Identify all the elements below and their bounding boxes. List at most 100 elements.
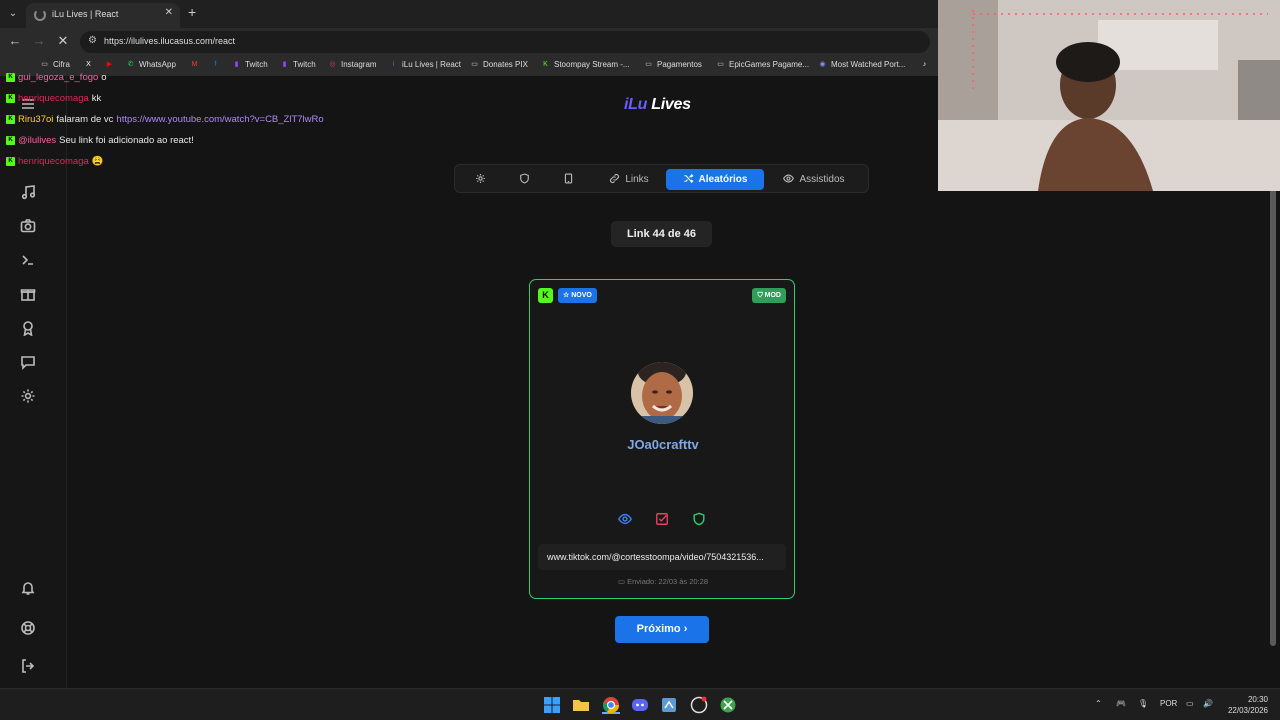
browser-tab[interactable]: iLu Lives | React ✕ [26, 3, 180, 28]
start-icon[interactable] [543, 696, 561, 714]
obs-icon[interactable] [690, 696, 708, 714]
close-tab-icon[interactable]: ✕ [165, 7, 173, 18]
webcam-overlay [938, 0, 1280, 191]
music-icon[interactable] [20, 184, 36, 200]
forward-button[interactable]: → [30, 33, 48, 48]
sent-timestamp: ▭ Enviado: 22/03 às 20:28 [530, 577, 796, 586]
bookmark-item[interactable]: f [211, 60, 220, 69]
whatsapp-icon: ✆ [127, 61, 134, 68]
tab-moderation[interactable] [511, 169, 538, 190]
language-indicator[interactable]: POR [1160, 699, 1177, 708]
bookmark-item[interactable]: K Stoompay Stream -... [541, 60, 630, 69]
tab-links[interactable]: Links [599, 169, 659, 190]
stop-loading-button[interactable]: ✕ [54, 33, 72, 49]
bookmark-item[interactable]: ▭ EpicGames Pagame... [716, 60, 809, 69]
discord-icon[interactable] [631, 696, 649, 714]
bookmark-label: Stoompay Stream -... [554, 60, 630, 69]
display-icon[interactable]: ▭ [1186, 699, 1194, 708]
tablet-icon [563, 172, 574, 187]
streamlabs-icon[interactable] [660, 696, 678, 714]
award-icon[interactable] [20, 320, 36, 337]
globe-icon: ◉ [819, 61, 826, 68]
logout-icon[interactable] [20, 658, 36, 674]
bookmark-label: iLu Lives | React [402, 60, 461, 69]
gift-icon[interactable] [20, 286, 36, 302]
bookmark-item[interactable]: ▭ Cifra [40, 60, 70, 69]
file-explorer-icon[interactable] [572, 696, 590, 714]
clock[interactable]: 20:30 22/03/2026 [1224, 694, 1268, 716]
microphone-icon[interactable]: 🎙 [1138, 699, 1148, 708]
avatar [631, 362, 693, 424]
folder-icon: ▭ [471, 61, 478, 68]
chat-message: Khenriquecomaga kk [6, 93, 101, 104]
moderate-button[interactable] [692, 512, 708, 528]
bookmark-item[interactable]: M [190, 60, 199, 69]
next-button[interactable]: Próximo › [615, 616, 709, 643]
bookmark-label: Instagram [341, 60, 377, 69]
bookmark-item[interactable]: ▶ [105, 60, 114, 69]
mark-watched-button[interactable] [655, 512, 671, 528]
back-button[interactable]: ← [6, 33, 24, 48]
chat-text: falaram de vc [56, 114, 114, 125]
chat-message: K @ilulives Seu link foi adicionado ao rea… [6, 135, 194, 146]
view-tabs: Links Aleatórios Assistidos [454, 164, 869, 193]
xbox-icon[interactable] [719, 696, 737, 714]
chat-text: kk [91, 93, 102, 104]
new-tab-button[interactable]: + [188, 4, 196, 20]
tab-label: Links [625, 174, 649, 185]
bookmark-item[interactable]: X [84, 60, 93, 69]
bookmark-item[interactable]: ♪ [920, 60, 929, 69]
username: JOa0crafttv [627, 437, 699, 452]
address-bar[interactable]: ⚙ https://ilulives.ilucasus.com/react [80, 31, 930, 53]
mod-badge: ⛉ MOD [752, 288, 786, 303]
bookmark-item[interactable]: ▮ Twitch [280, 60, 316, 69]
bookmark-item[interactable]: i iLu Lives | React [389, 60, 461, 69]
watch-button[interactable] [618, 512, 634, 528]
clock-time: 20:30 [1247, 695, 1268, 704]
controller-icon[interactable]: 🎮 [1116, 699, 1126, 708]
scrollbar[interactable] [1270, 186, 1276, 646]
chat-text: 😩 [91, 156, 104, 167]
help-icon[interactable] [20, 620, 36, 636]
bookmark-label: Twitch [293, 60, 316, 69]
bell-icon[interactable] [20, 580, 36, 596]
chat-message: K Riru37oi falaram de vc https://www.youtub… [6, 114, 324, 125]
kick-icon: K [6, 73, 15, 82]
tray-overflow-icon[interactable]: ⌃ [1095, 699, 1102, 708]
instagram-icon: ◎ [329, 61, 336, 68]
ilu-icon: i [392, 61, 395, 68]
tab-random[interactable]: Aleatórios [666, 169, 764, 190]
chat-username: henriquecomaga [18, 156, 89, 167]
folder-icon: ▭ [717, 61, 724, 68]
tab-settings[interactable] [467, 169, 494, 190]
bookmark-item[interactable]: ◎ Instagram [328, 60, 377, 69]
chat-text: Seu link foi adicionado ao react! [59, 135, 194, 146]
bookmark-item[interactable]: ◉ Most Watched Port... [818, 60, 905, 69]
twitch-icon: ▮ [234, 61, 239, 68]
new-badge: ☆ NOVO [558, 288, 597, 303]
tab-search-button[interactable]: ⌄ [4, 5, 22, 23]
logo-prefix: iLu [624, 96, 648, 113]
terminal-icon[interactable] [20, 252, 36, 268]
bookmark-item[interactable]: ▭ Pagamentos [644, 60, 702, 69]
app-logo: iLu Lives [624, 96, 691, 114]
bookmark-item[interactable]: ✆ WhatsApp [126, 60, 176, 69]
volume-icon[interactable]: 🔊 [1203, 699, 1213, 708]
tab-watched[interactable]: Assistidos [771, 169, 857, 190]
gmail-icon: M [191, 61, 198, 68]
link-url[interactable]: www.tiktok.com/@cortesstoompa/video/7504… [538, 544, 786, 570]
site-info-icon[interactable]: ⚙ [88, 35, 97, 46]
settings-icon[interactable] [20, 388, 36, 404]
chrome-icon[interactable] [602, 696, 620, 714]
chat-icon[interactable] [20, 354, 36, 370]
bookmark-item[interactable]: ▭ Donates PIX [470, 60, 528, 69]
tab-device[interactable] [555, 169, 582, 190]
bookmark-item[interactable]: ▮ Twitch [232, 60, 268, 69]
calendar-icon: ▭ [617, 577, 628, 586]
chat-link[interactable]: https://www.youtube.com/watch?v=CB_ZlT7l… [116, 114, 323, 125]
kick-icon: K [6, 94, 15, 103]
tab-label: Aleatórios [698, 174, 748, 185]
camera-icon[interactable] [20, 218, 36, 234]
chat-username: gui_legoza_e_fogo [18, 72, 99, 83]
tab-label: Assistidos [799, 174, 845, 185]
